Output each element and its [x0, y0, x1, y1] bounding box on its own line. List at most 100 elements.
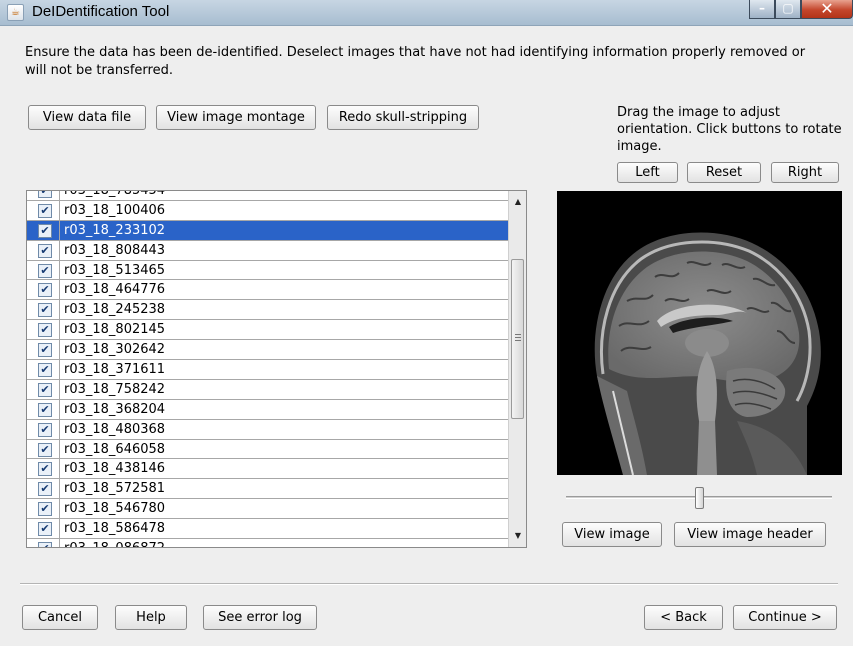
- row-label: r03_18_368204: [64, 401, 166, 417]
- row-label: r03_18_438146: [64, 461, 166, 477]
- image-list-row[interactable]: ✔ r03_18_233102: [27, 220, 509, 241]
- row-checkbox[interactable]: ✔: [38, 303, 52, 318]
- brain-mri-image[interactable]: [557, 191, 842, 475]
- orientation-hint: Drag the image to adjust orientation. Cl…: [617, 105, 842, 154]
- row-checkbox[interactable]: ✔: [38, 243, 52, 258]
- column-divider: [59, 499, 60, 519]
- footer-separator: [20, 583, 838, 585]
- row-checkbox[interactable]: ✔: [38, 502, 52, 517]
- image-list-row[interactable]: ✔ r03_18_371611: [27, 360, 509, 380]
- slice-slider-thumb[interactable]: [695, 487, 704, 509]
- column-divider: [59, 320, 60, 340]
- mri-image-preview[interactable]: [557, 191, 842, 475]
- image-list-row[interactable]: ✔ r03_18_302642: [27, 340, 509, 361]
- row-checkbox[interactable]: ✔: [38, 363, 52, 378]
- image-list-row[interactable]: ✔ r03_18_245238: [27, 300, 509, 321]
- image-list-row[interactable]: ✔ r03_18_368204: [27, 399, 509, 420]
- row-checkbox[interactable]: ✔: [38, 522, 52, 537]
- row-label: r03_18_245238: [64, 302, 166, 318]
- image-list-row[interactable]: ✔ r03_18_785454: [27, 191, 509, 201]
- scroll-thumb[interactable]: [511, 259, 524, 419]
- image-list-row[interactable]: ✔ r03_18_086872: [27, 539, 509, 547]
- see-error-log-button[interactable]: See error log: [203, 605, 317, 630]
- java-icon: ☕: [7, 4, 24, 21]
- image-list-row[interactable]: ✔ r03_18_586478: [27, 519, 509, 540]
- row-checkbox[interactable]: ✔: [38, 422, 52, 437]
- reset-orientation-button[interactable]: Reset: [687, 162, 761, 183]
- row-label: r03_18_371611: [64, 362, 166, 378]
- view-data-file-button[interactable]: View data file: [28, 105, 146, 130]
- image-list-row[interactable]: ✔ r03_18_808443: [27, 240, 509, 261]
- view-image-header-button[interactable]: View image header: [674, 522, 826, 547]
- image-list-row[interactable]: ✔ r03_18_480368: [27, 419, 509, 440]
- column-divider: [59, 399, 60, 419]
- help-button[interactable]: Help: [115, 605, 187, 630]
- image-list-row[interactable]: ✔ r03_18_513465: [27, 260, 509, 281]
- row-label: r03_18_572581: [64, 481, 166, 497]
- column-divider: [59, 360, 60, 379]
- window-controls: – ▢ ✕: [749, 0, 853, 20]
- row-label: r03_18_233102: [64, 222, 166, 238]
- row-label: r03_18_100406: [64, 202, 166, 218]
- row-checkbox[interactable]: ✔: [38, 283, 52, 298]
- row-checkbox[interactable]: ✔: [38, 343, 52, 358]
- row-label: r03_18_808443: [64, 242, 166, 258]
- row-checkbox[interactable]: ✔: [38, 382, 52, 397]
- scroll-down-arrow[interactable]: ▼: [509, 527, 526, 545]
- row-checkbox[interactable]: ✔: [38, 542, 52, 547]
- column-divider: [59, 280, 60, 300]
- row-checkbox[interactable]: ✔: [38, 263, 52, 278]
- close-button[interactable]: ✕: [801, 0, 853, 19]
- image-list-row[interactable]: ✔ r03_18_546780: [27, 499, 509, 520]
- row-label: r03_18_802145: [64, 322, 166, 338]
- row-label: r03_18_513465: [64, 262, 166, 278]
- image-list-rows: ✔ r03_18_785454 ✔ r03_18_100406 ✔ r03_18_2331…: [27, 191, 509, 547]
- back-button[interactable]: < Back: [644, 605, 723, 630]
- column-divider: [59, 300, 60, 320]
- column-divider: [59, 379, 60, 399]
- image-list-row[interactable]: ✔ r03_18_572581: [27, 479, 509, 500]
- row-checkbox[interactable]: ✔: [38, 223, 52, 238]
- row-checkbox[interactable]: ✔: [38, 462, 52, 477]
- row-checkbox[interactable]: ✔: [38, 442, 52, 457]
- column-divider: [59, 220, 60, 240]
- image-list-row[interactable]: ✔ r03_18_758242: [27, 379, 509, 400]
- image-list-row[interactable]: ✔ r03_18_646058: [27, 439, 509, 460]
- view-image-montage-button[interactable]: View image montage: [156, 105, 316, 130]
- maximize-button[interactable]: ▢: [775, 0, 801, 19]
- row-checkbox[interactable]: ✔: [38, 323, 52, 338]
- column-divider: [59, 459, 60, 479]
- cancel-button[interactable]: Cancel: [22, 605, 98, 630]
- redo-skull-stripping-button[interactable]: Redo skull-stripping: [327, 105, 479, 130]
- row-label: r03_18_086872: [64, 540, 165, 547]
- rotate-right-button[interactable]: Right: [771, 162, 839, 183]
- list-scrollbar[interactable]: ▲ ▼: [508, 191, 526, 547]
- rotate-left-button[interactable]: Left: [617, 162, 678, 183]
- image-list-row[interactable]: ✔ r03_18_438146: [27, 459, 509, 480]
- row-checkbox[interactable]: ✔: [38, 482, 52, 497]
- column-divider: [59, 419, 60, 439]
- row-checkbox[interactable]: ✔: [38, 191, 52, 198]
- image-list[interactable]: ✔ r03_18_785454 ✔ r03_18_100406 ✔ r03_18_2331…: [26, 190, 527, 548]
- image-list-row[interactable]: ✔ r03_18_100406: [27, 200, 509, 221]
- row-label: r03_18_646058: [64, 441, 166, 457]
- title-bar[interactable]: ☕ DeIDentification Tool – ▢ ✕: [0, 0, 853, 26]
- row-checkbox[interactable]: ✔: [38, 402, 52, 417]
- column-divider: [59, 439, 60, 459]
- view-image-button[interactable]: View image: [562, 522, 662, 547]
- scroll-up-arrow[interactable]: ▲: [509, 193, 526, 211]
- window-title: DeIDentification Tool: [32, 3, 170, 20]
- row-checkbox[interactable]: ✔: [38, 203, 52, 218]
- continue-button[interactable]: Continue >: [733, 605, 837, 630]
- deidentification-window: ☕ DeIDentification Tool – ▢ ✕ Ensure the…: [0, 0, 853, 646]
- column-divider: [59, 479, 60, 499]
- column-divider: [59, 519, 60, 539]
- grip-line: [515, 334, 521, 335]
- row-label: r03_18_464776: [64, 282, 166, 298]
- image-list-row[interactable]: ✔ r03_18_802145: [27, 320, 509, 341]
- instructions-text: Ensure the data has been de-identified. …: [25, 45, 806, 78]
- row-label: r03_18_546780: [64, 501, 166, 517]
- minimize-button[interactable]: –: [749, 0, 775, 19]
- row-label: r03_18_586478: [64, 521, 166, 537]
- image-list-row[interactable]: ✔ r03_18_464776: [27, 280, 509, 301]
